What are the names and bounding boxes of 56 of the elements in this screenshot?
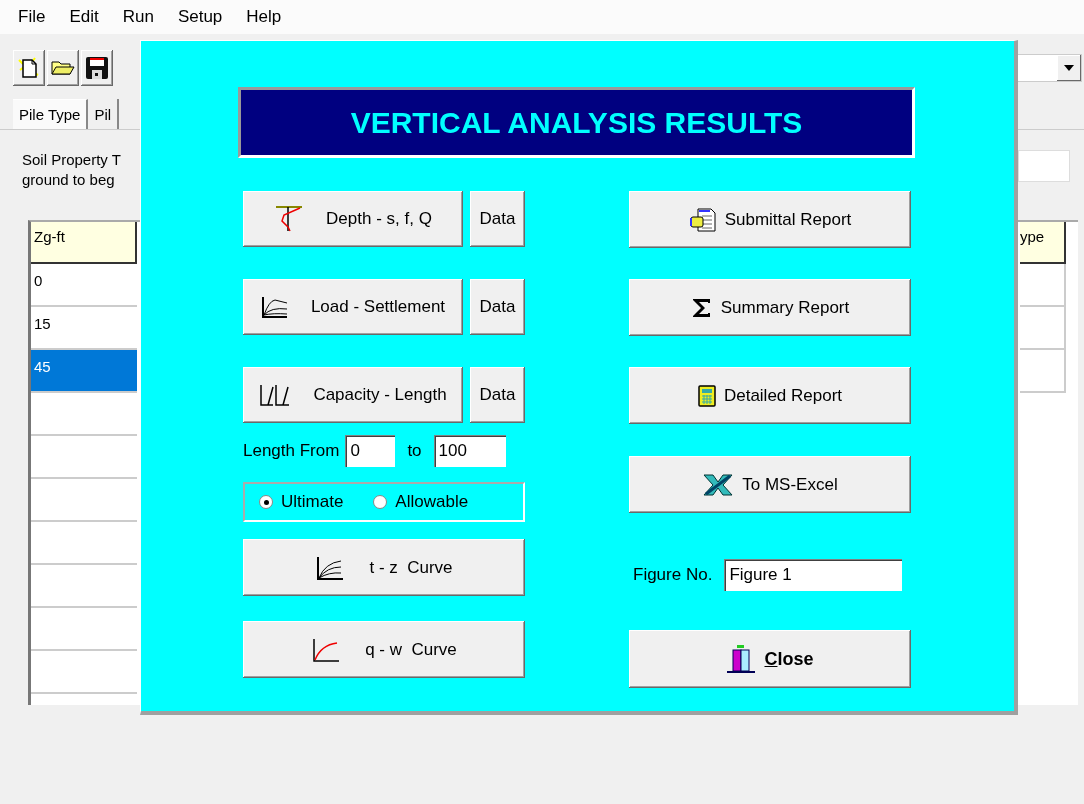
figure-no-label: Figure No.	[633, 565, 713, 585]
menu-item[interactable]: Setup	[177, 7, 223, 27]
toolbar-button[interactable]	[47, 50, 79, 86]
plot-button[interactable]: Depth - s, f, Q	[243, 191, 463, 247]
text-field[interactable]	[1018, 150, 1070, 182]
menu-item[interactable]: Help	[246, 7, 282, 27]
capacity-mode-radio[interactable]: Allowable	[373, 492, 469, 512]
tz-curves-icon	[315, 554, 346, 581]
column-header: Zg-ft	[31, 222, 137, 264]
data-button[interactable]: Data	[470, 279, 525, 335]
menu-item[interactable]: Run	[122, 7, 154, 27]
data-button[interactable]: Data	[470, 191, 525, 247]
exit-door-icon	[726, 644, 757, 674]
empty-table-cell	[1020, 350, 1066, 393]
empty-table-cell	[1020, 307, 1066, 350]
close-button[interactable]: Close	[629, 630, 911, 688]
dialog-title: VERTICAL ANALYSIS RESULTS	[238, 87, 915, 158]
menu-item[interactable]: Edit	[69, 7, 99, 27]
load-settlement-curves-icon	[260, 295, 289, 319]
length-to-field[interactable]: 100	[433, 435, 506, 467]
to-label: to	[407, 441, 422, 461]
curve-button[interactable]: q - w Curve	[243, 621, 525, 678]
length-from-label: Length From	[243, 441, 340, 461]
length-from-field[interactable]: 0	[345, 435, 396, 467]
plot-button[interactable]: Load - Settlement	[243, 279, 463, 335]
report-button[interactable]: Detailed Report	[629, 367, 911, 424]
report-button[interactable]: To MS-Excel	[629, 456, 911, 513]
radio-circle[interactable]	[259, 495, 273, 509]
sigma-icon	[690, 296, 713, 319]
qw-curve-icon	[311, 636, 342, 663]
depth-profile-icon	[274, 205, 305, 233]
table-cell[interactable]: 0	[31, 264, 137, 307]
data-button[interactable]: Data	[470, 367, 525, 423]
figure-no-field[interactable]: Figure 1	[724, 559, 903, 591]
empty-table-cell	[1020, 264, 1066, 307]
caret-icon	[1064, 65, 1074, 71]
report-document-icon	[688, 206, 717, 233]
dropdown-button[interactable]	[1057, 55, 1081, 81]
calculator-icon	[697, 384, 716, 407]
excel-x-icon	[702, 472, 735, 497]
folder-icon	[51, 58, 75, 78]
column-header: ype	[1020, 222, 1066, 264]
curve-button[interactable]: t - z Curve	[243, 539, 525, 596]
report-button[interactable]: Submittal Report	[629, 191, 911, 248]
report-button[interactable]: Summary Report	[629, 279, 911, 336]
toolbar-button[interactable]	[13, 50, 45, 86]
new-file-icon	[17, 55, 41, 81]
plot-button[interactable]: Capacity - Length	[243, 367, 463, 423]
capacity-lines-icon	[259, 383, 292, 407]
capacity-mode-radio[interactable]: Ultimate	[259, 492, 344, 512]
toolbar-button[interactable]	[81, 50, 113, 86]
menu-item[interactable]: File	[18, 7, 46, 27]
radio-circle[interactable]	[373, 495, 388, 509]
instruction-text: Soil Property T ground to beg	[22, 150, 122, 190]
table-cell[interactable]: 45	[31, 350, 137, 393]
tab[interactable]: Pile Type	[13, 99, 89, 129]
